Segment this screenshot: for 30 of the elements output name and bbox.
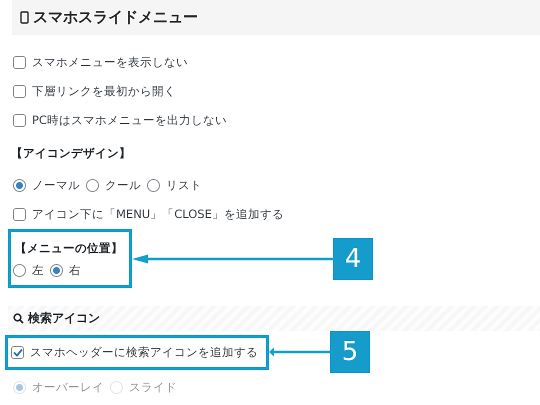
radio-button[interactable]	[147, 179, 160, 192]
section-title: 検索アイコン	[28, 310, 100, 327]
radio-button[interactable]	[86, 179, 99, 192]
option-heading: 【アイコンデザイン】	[11, 146, 131, 160]
radio-button[interactable]	[50, 264, 63, 277]
radio-label: 右	[69, 263, 81, 278]
radio-button[interactable]	[13, 179, 26, 192]
radio-label: ノーマル	[32, 178, 80, 193]
section-title: スマホスライドメニュー	[33, 8, 198, 27]
checkbox-label: 下層リンクを最初から開く	[32, 84, 176, 99]
checkbox-label: アイコン下に「MENU」「CLOSE」を追加する	[32, 207, 284, 222]
radio-label: オーバーレイ	[32, 380, 104, 395]
radio-label: クール	[105, 178, 141, 193]
radio-label: スライド	[129, 380, 177, 395]
radio-label: 左	[32, 263, 44, 278]
checkbox-label: PC時はスマホメニューを出力しない	[32, 113, 227, 128]
radio-button[interactable]	[13, 264, 26, 277]
option-heading: 【メニューの位置】	[15, 241, 123, 256]
phone-icon	[20, 11, 29, 24]
checkbox[interactable]	[13, 56, 26, 69]
checkbox-label: スマホメニューを表示しない	[32, 55, 188, 70]
search-icon	[13, 313, 24, 324]
checkbox-label: スマホヘッダーに検索アイコンを追加する	[30, 344, 258, 360]
step-number: 4	[333, 238, 373, 280]
checkbox[interactable]	[13, 85, 26, 98]
step-number: 5	[330, 331, 370, 373]
checkbox[interactable]	[11, 346, 24, 358]
checkbox[interactable]	[13, 114, 26, 127]
radio-label: リスト	[166, 178, 202, 193]
checkbox[interactable]	[13, 208, 26, 221]
